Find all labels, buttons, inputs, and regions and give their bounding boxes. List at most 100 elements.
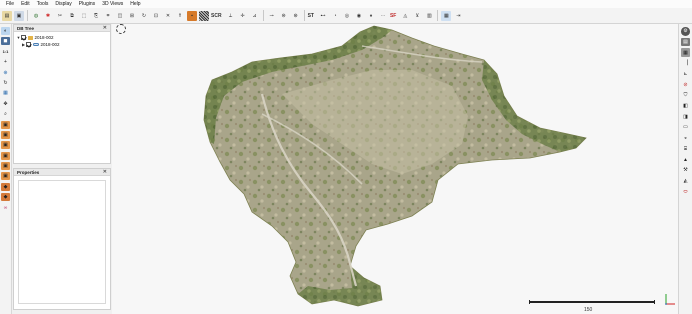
visibility-checkbox[interactable] (21, 35, 26, 40)
sf-filter-icon[interactable]: ⊻ (412, 11, 422, 21)
left-view-icon[interactable]: ▣ (1, 141, 10, 150)
tool-icon[interactable]: ⚒ (681, 166, 690, 175)
search-icon[interactable]: ⌕ (1, 110, 10, 118)
move-icon[interactable]: ✥ (1, 100, 10, 108)
translate-icon[interactable]: ⊞ (127, 11, 137, 21)
clone-icon[interactable]: ⎘ (91, 11, 101, 21)
tree-item-label[interactable]: 2018-002 (35, 35, 54, 40)
no-entry-icon[interactable]: ⊘ (681, 80, 690, 89)
rotate-icon[interactable]: ↻ (139, 11, 149, 21)
db-tree-title: DB Tree (17, 25, 35, 31)
scale-bar-tick (654, 300, 655, 304)
sphere-icon[interactable]: ● (366, 11, 376, 21)
top-view-icon[interactable]: ▣ (1, 130, 10, 139)
cone-icon[interactable]: ▲ (681, 155, 690, 164)
layer-icon[interactable]: ▭ (681, 123, 690, 132)
crop-icon[interactable]: ⊡ (151, 11, 161, 21)
bottom-view-icon[interactable]: ▣ (1, 172, 10, 181)
crosshair-icon[interactable]: + (1, 58, 10, 66)
point-cloud-terrain[interactable] (112, 24, 678, 314)
layers-icon[interactable]: ▤ (681, 37, 690, 47)
rotate-view-icon[interactable]: ↻ (1, 79, 10, 87)
cube-icon[interactable]: ◧ (681, 102, 690, 111)
measure-icon[interactable]: ⊾ (681, 70, 690, 79)
menu-plugins[interactable]: Plugins (79, 0, 95, 8)
scale-bar-tick (529, 300, 530, 304)
star-icon[interactable]: ✱ (43, 11, 53, 21)
color-icon[interactable]: ▪ (187, 10, 197, 21)
camera-icon[interactable]: ◼ (1, 37, 10, 46)
shapes-icon[interactable]: ◒ (681, 134, 690, 143)
open-icon[interactable]: ▤ (2, 10, 12, 21)
plane-icon[interactable]: ⟂ (226, 11, 236, 21)
main-toolbar: ▤ ▣ ◍ ✱ ✂ ⧉ ⬚ ⎘ ⌗ ◫ ⊞ ↻ ⊡ ✕ ⇑ ▪ SCR ⟂ ✛ … (0, 8, 692, 24)
segment-icon[interactable]: ◫ (115, 11, 125, 21)
cut-icon[interactable]: ✂ (55, 11, 65, 21)
gradient-icon[interactable] (199, 10, 209, 21)
shield-icon[interactable]: ⛉ (681, 91, 690, 100)
menu-display[interactable]: Display (55, 0, 71, 8)
align-icon[interactable]: ⊜ (279, 11, 289, 21)
label-icon[interactable]: ◉ (354, 11, 364, 21)
back-view-icon[interactable]: ▣ (1, 151, 10, 160)
pick-icon[interactable]: ✛ (238, 11, 248, 21)
measure-icon[interactable]: ⊸ (267, 11, 277, 21)
folder-icon (27, 35, 33, 40)
right-toolbar: ⚙ ▤ ▦ ▕ ⊾ ⊘ ⛉ ◧ ◨ ▭ ◒ ⌸ ▲ ⚒ ◭ ⬭ (678, 24, 692, 314)
iso2-view-icon[interactable]: ◆ (1, 193, 10, 202)
pivot-icon[interactable]: ⊕ (1, 69, 10, 77)
cloud-mesh-icon[interactable]: ◔ (330, 11, 340, 21)
right-view-icon[interactable]: ▣ (1, 162, 10, 171)
application-window: File Edit Tools Display Plugins 3D Views… (0, 0, 692, 314)
distance-icon[interactable]: ⊷ (318, 11, 328, 21)
grid-icon[interactable]: ▦ (681, 48, 690, 57)
zoom-icon[interactable]: ◎ (342, 11, 352, 21)
tree-row-root[interactable]: ▼ 2018-002 (16, 34, 108, 41)
tree-item-label[interactable]: 2018-002 (41, 42, 60, 47)
menu-help[interactable]: Help (130, 0, 140, 8)
cylinder-icon[interactable]: ⌸ (681, 145, 690, 154)
export-icon[interactable]: ⇥ (453, 11, 463, 21)
merge-icon[interactable]: ⧉ (67, 11, 77, 21)
settings-icon[interactable]: ⚙ (681, 27, 690, 36)
delete-icon[interactable]: ✕ (163, 11, 173, 21)
globe-icon[interactable]: ◍ (31, 11, 41, 21)
menu-tools[interactable]: Tools (37, 0, 49, 8)
sample-icon[interactable]: ⌗ (103, 11, 113, 21)
normals-icon[interactable]: ⇑ (175, 11, 185, 21)
table-icon[interactable]: ▦ (441, 10, 452, 21)
zoom-fit-icon[interactable]: ▦ (1, 89, 10, 97)
3d-viewport[interactable]: 150 (112, 24, 678, 314)
subsample-icon[interactable]: ⬚ (79, 11, 89, 21)
register-icon[interactable]: ⊛ (291, 11, 301, 21)
properties-header: Properties ✕ (14, 169, 110, 176)
one-to-one-icon[interactable]: 1:1 (1, 48, 10, 56)
ruler-icon[interactable]: ▕ (681, 59, 690, 68)
ellipse-icon[interactable]: ⬭ (681, 187, 690, 196)
properties-panel: Properties ✕ (13, 168, 111, 310)
close-icon[interactable]: ✕ (103, 25, 107, 31)
left-toolbar: ◐ ◼ 1:1 + ⊕ ↻ ▦ ✥ ⌕ ▣ ▣ ▣ ▣ ▣ ▣ ◆ ◆ ∞ (0, 24, 12, 314)
save-icon[interactable]: ▣ (14, 10, 24, 21)
toolbar-separator (27, 10, 28, 21)
properties-body (18, 180, 106, 304)
menu-file[interactable]: File (6, 0, 14, 8)
menu-edit[interactable]: Edit (21, 0, 30, 8)
close-icon[interactable]: ✕ (103, 169, 107, 175)
menu-3d-views[interactable]: 3D Views (102, 0, 123, 8)
cone2-icon[interactable]: ◭ (681, 177, 690, 186)
histogram-icon[interactable]: ▥ (424, 11, 434, 21)
sf-label[interactable]: SF (390, 13, 396, 19)
view-3d-icon[interactable]: ◐ (1, 27, 10, 35)
link-icon[interactable]: ∞ (1, 204, 10, 212)
iso-view-icon[interactable]: ◆ (1, 182, 10, 191)
front-view-icon[interactable]: ▣ (1, 120, 10, 129)
st-label[interactable]: ST (308, 13, 314, 19)
tree-row-child[interactable]: ▶ 2018-002 (16, 41, 108, 48)
visibility-checkbox[interactable] (26, 42, 31, 47)
sf-gradient-icon[interactable]: ◬ (400, 11, 410, 21)
filter-icon[interactable]: ⊿ (250, 11, 260, 21)
scale-label[interactable]: SCR (211, 13, 222, 19)
point-list-icon[interactable]: ⋯ (378, 11, 388, 21)
box-icon[interactable]: ◨ (681, 113, 690, 122)
